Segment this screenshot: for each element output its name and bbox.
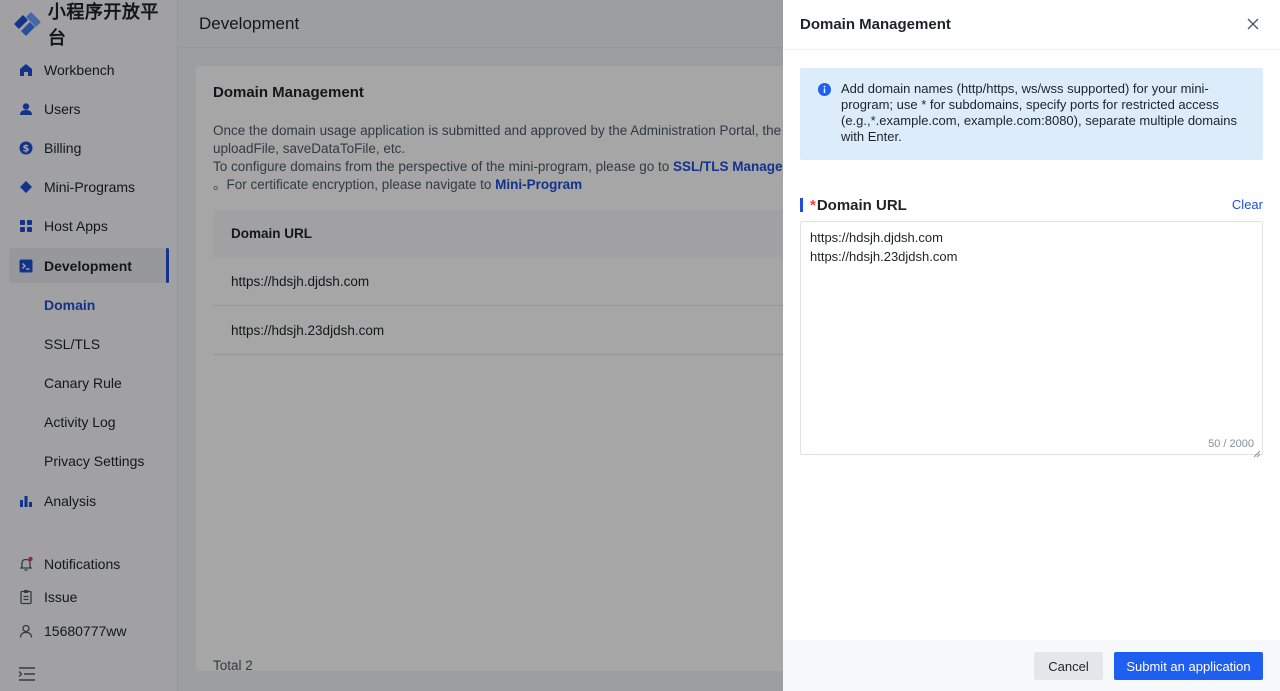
info-text: Add domain names (http/https, ws/wss sup…	[841, 81, 1237, 144]
domain-url-label: * Domain URL	[800, 196, 907, 214]
domain-url-field-wrapper: 50 / 2000	[800, 221, 1263, 458]
character-counter: 50 / 2000	[1208, 438, 1254, 450]
info-alert: Add domain names (http/https, ws/wss sup…	[800, 68, 1263, 160]
clear-button[interactable]: Clear	[1232, 197, 1263, 212]
drawer-title: Domain Management	[800, 16, 951, 33]
cancel-button[interactable]: Cancel	[1034, 652, 1103, 680]
info-icon	[818, 83, 831, 100]
resize-handle-icon[interactable]	[1253, 445, 1261, 458]
drawer-header: Domain Management	[783, 0, 1280, 50]
drawer-footer: Cancel Submit an application	[783, 640, 1280, 691]
field-label-text: Domain URL	[816, 196, 907, 214]
domain-management-drawer: Domain Management Add domain names (http…	[783, 0, 1280, 691]
required-mark: *	[810, 196, 816, 214]
close-icon[interactable]	[1246, 17, 1262, 33]
submit-application-button[interactable]: Submit an application	[1114, 652, 1263, 680]
domain-url-textarea[interactable]	[801, 222, 1262, 454]
